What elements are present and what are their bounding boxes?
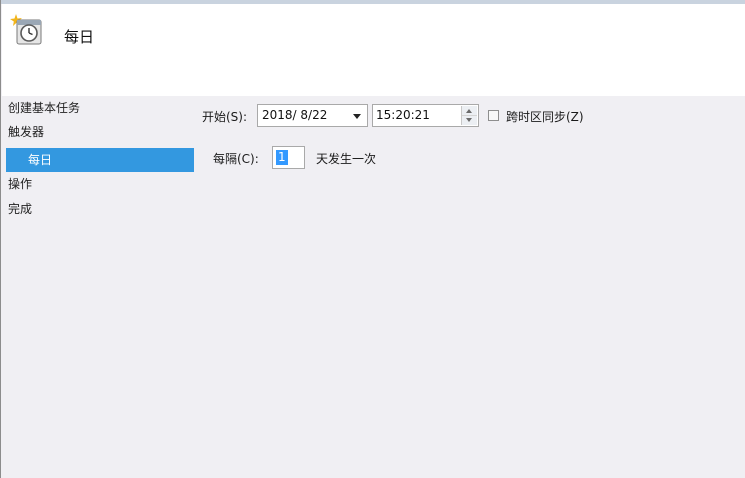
start-date-picker[interactable]: 2018/ 8/22 bbox=[257, 104, 368, 127]
nav-item-label: 创建基本任务 bbox=[8, 101, 81, 115]
nav-item-label: 操作 bbox=[8, 177, 33, 191]
spin-down-icon[interactable] bbox=[462, 116, 477, 125]
interval-label: 每隔(C): bbox=[213, 152, 259, 166]
wizard-header: 每日 bbox=[2, 4, 745, 96]
calendar-clock-icon bbox=[10, 14, 44, 46]
interval-value: 1 bbox=[276, 150, 288, 165]
timezone-sync-checkbox[interactable] bbox=[488, 110, 499, 121]
nav-item-label: 完成 bbox=[8, 202, 33, 216]
spin-up-icon[interactable] bbox=[462, 106, 477, 116]
task-wizard-window: 每日 创建基本任务 触发器 每日 操作 完成 开始(S): 2018/ 8/22 bbox=[0, 0, 745, 478]
wizard-title: 每日 bbox=[64, 28, 95, 46]
nav-item-daily[interactable]: 每日 bbox=[6, 148, 194, 172]
start-label: 开始(S): bbox=[202, 110, 248, 124]
chevron-down-icon[interactable] bbox=[353, 114, 361, 119]
interval-input[interactable]: 1 bbox=[272, 146, 305, 169]
nav-item-label: 每日 bbox=[28, 153, 53, 167]
wizard-body: 创建基本任务 触发器 每日 操作 完成 开始(S): 2018/ 8/22 15… bbox=[2, 96, 745, 478]
wizard-step-nav: 创建基本任务 触发器 每日 操作 完成 bbox=[2, 96, 194, 478]
start-time-picker[interactable]: 15:20:21 bbox=[372, 104, 479, 127]
interval-suffix: 天发生一次 bbox=[316, 152, 377, 166]
time-spinner bbox=[461, 106, 477, 125]
nav-item-label: 触发器 bbox=[8, 125, 45, 139]
start-date-value: 2018/ 8/22 bbox=[262, 108, 328, 122]
timezone-sync-label[interactable]: 跨时区同步(Z) bbox=[506, 108, 584, 125]
start-time-value: 15:20:21 bbox=[376, 108, 430, 122]
